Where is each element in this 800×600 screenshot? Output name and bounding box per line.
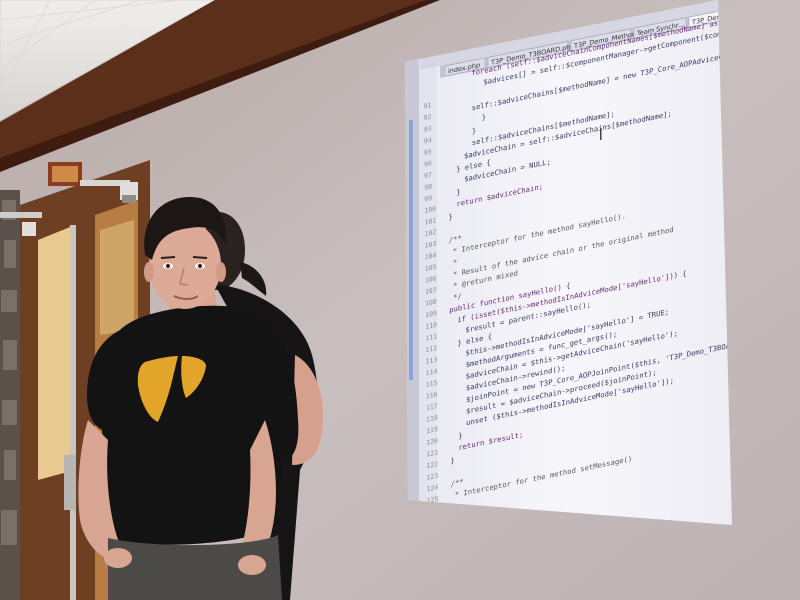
code-line: } — [448, 212, 452, 222]
line-number: 93 — [424, 124, 432, 134]
door-glass — [38, 225, 75, 480]
code-line: * — [453, 258, 457, 268]
door-handle — [64, 455, 76, 510]
line-number: 92 — [424, 113, 432, 123]
line-number: 96 — [424, 159, 432, 169]
line-number: 95 — [424, 148, 432, 158]
code-line: } — [450, 456, 454, 466]
line-number: 98 — [424, 182, 432, 192]
line-number: 94 — [424, 136, 432, 146]
code-line: } — [458, 431, 462, 441]
code-line: } — [472, 126, 476, 136]
line-number: 99 — [424, 194, 432, 204]
line-number: 97 — [424, 171, 432, 181]
code-line: } — [482, 112, 486, 122]
code-line: */ — [453, 291, 462, 302]
line-number: 91 — [424, 101, 432, 111]
photo-scene: index.phpT3P_Demo_T3BOARD.phpT3P_Demo_Me… — [0, 0, 800, 600]
text-cursor-icon — [600, 128, 602, 140]
code-line: } — [456, 187, 460, 197]
